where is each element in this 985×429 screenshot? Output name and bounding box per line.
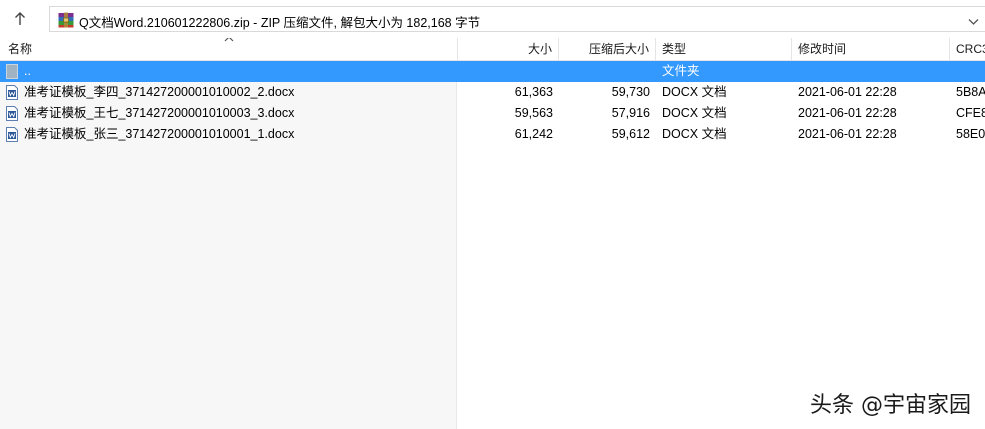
column-header: 名称 大小 压缩后大小 类型 修改时间 CRC3 bbox=[0, 38, 985, 61]
docx-file-icon bbox=[6, 106, 18, 124]
column-header-modified[interactable]: 修改时间 bbox=[792, 38, 949, 60]
docx-file-icon bbox=[6, 127, 18, 145]
watermark-text: 头条 @宇宙家园 bbox=[810, 393, 971, 418]
file-size: 61,363 bbox=[514, 85, 553, 99]
file-name: 准考证模板_李四_371427200001010002_2.docx bbox=[24, 85, 295, 99]
file-packed-size: 57,916 bbox=[611, 106, 650, 120]
parent-folder-type: 文件夹 bbox=[662, 64, 700, 78]
file-list[interactable]: .. 文件夹 准考证模板_李四_371427200001010002_2.doc… bbox=[0, 61, 985, 429]
zip-archive-icon bbox=[58, 12, 74, 31]
column-name-label: 名称 bbox=[8, 42, 33, 56]
file-crc: 5B8A bbox=[956, 85, 985, 99]
file-name: 准考证模板_张三_371427200001010001_1.docx bbox=[24, 127, 295, 141]
file-type: DOCX 文档 bbox=[662, 106, 727, 120]
file-name: 准考证模板_王七_371427200001010003_3.docx bbox=[24, 106, 295, 120]
parent-folder-name: .. bbox=[24, 64, 31, 78]
file-modified: 2021-06-01 22:28 bbox=[798, 127, 897, 141]
address-bar: Q文档Word.210601222806.zip - ZIP 压缩文件, 解包大… bbox=[0, 0, 985, 38]
sort-ascending-icon bbox=[224, 38, 234, 42]
column-header-name[interactable]: 名称 bbox=[0, 38, 457, 60]
file-type: DOCX 文档 bbox=[662, 127, 727, 141]
column-header-crc[interactable]: CRC3 bbox=[950, 38, 985, 60]
file-crc: CFE8 bbox=[956, 106, 985, 120]
address-field[interactable]: Q文档Word.210601222806.zip - ZIP 压缩文件, 解包大… bbox=[49, 6, 985, 32]
column-header-size[interactable]: 大小 bbox=[458, 38, 558, 60]
parent-folder-icon bbox=[6, 64, 18, 82]
file-packed-size: 59,612 bbox=[611, 127, 650, 141]
file-type: DOCX 文档 bbox=[662, 85, 727, 99]
docx-file-icon bbox=[6, 85, 18, 103]
arrow-up-icon bbox=[15, 12, 25, 25]
file-modified: 2021-06-01 22:28 bbox=[798, 85, 897, 99]
column-header-type[interactable]: 类型 bbox=[656, 38, 791, 60]
file-row[interactable]: 准考证模板_张三_371427200001010001_1.docx 61,24… bbox=[0, 124, 985, 145]
file-modified: 2021-06-01 22:28 bbox=[798, 106, 897, 120]
archive-path-text: Q文档Word.210601222806.zip - ZIP 压缩文件, 解包大… bbox=[79, 16, 481, 30]
file-size: 61,242 bbox=[514, 127, 553, 141]
file-size: 59,563 bbox=[514, 106, 553, 120]
up-button[interactable] bbox=[6, 6, 34, 32]
file-packed-size: 59,730 bbox=[611, 85, 650, 99]
file-row[interactable]: 准考证模板_李四_371427200001010002_2.docx 61,36… bbox=[0, 82, 985, 103]
parent-folder-row[interactable]: .. 文件夹 bbox=[0, 61, 985, 82]
file-crc: 58E0 bbox=[956, 127, 985, 141]
chevron-down-icon[interactable] bbox=[968, 15, 979, 29]
column-header-packed-size[interactable]: 压缩后大小 bbox=[559, 38, 655, 60]
file-row[interactable]: 准考证模板_王七_371427200001010003_3.docx 59,56… bbox=[0, 103, 985, 124]
